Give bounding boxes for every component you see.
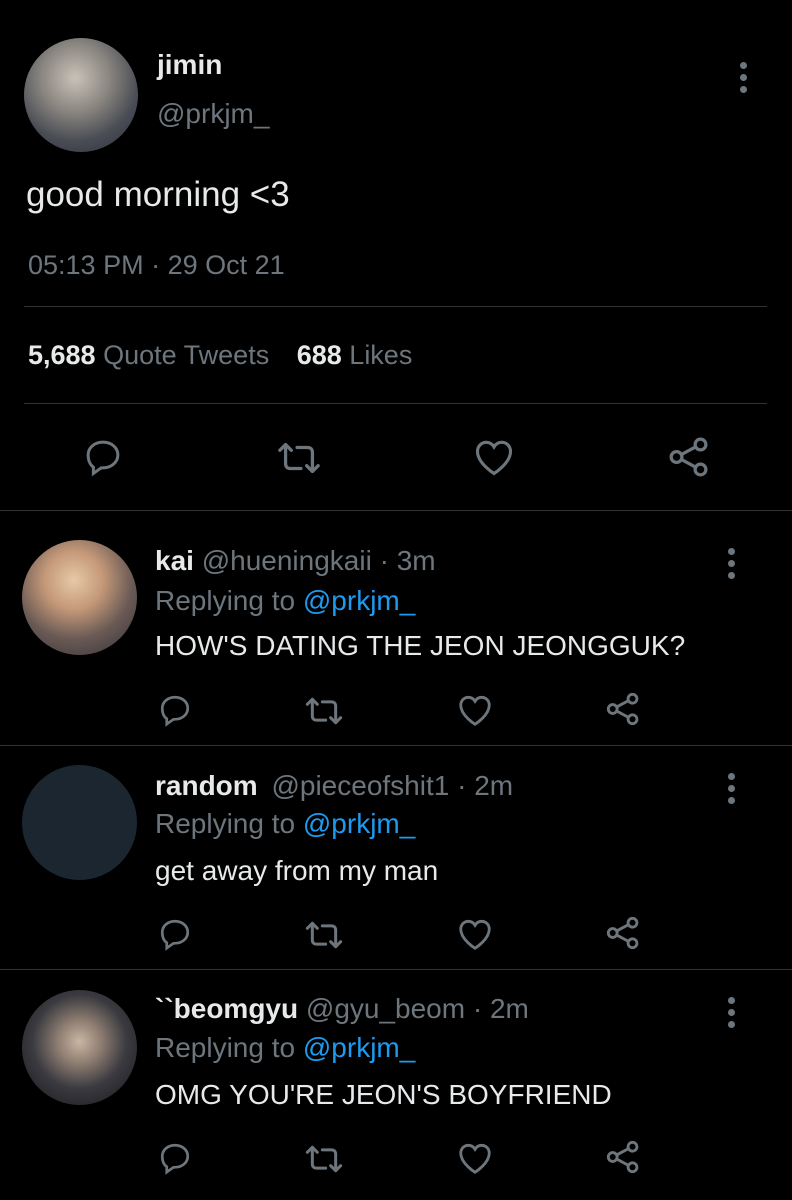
reply-text: HOW'S DATING THE JEON JEONGGUK?: [155, 630, 686, 661]
retweet-icon[interactable]: [304, 1142, 344, 1176]
more-vertical-icon[interactable]: [740, 62, 748, 98]
reply-time: · 2m: [472, 993, 529, 1024]
retweet-icon[interactable]: [276, 438, 322, 478]
replying-prefix: Replying to: [155, 1032, 296, 1063]
heart-icon[interactable]: [472, 436, 516, 478]
author-handle[interactable]: @pieceofshit1: [271, 770, 449, 801]
share-icon[interactable]: [604, 914, 642, 952]
replying-to-link[interactable]: @prkjm_: [303, 1032, 415, 1063]
replying-to: Replying to @prkjm_: [155, 1032, 415, 1064]
more-vertical-icon[interactable]: [728, 548, 736, 584]
reply-header: random @pieceofshit1 · 2m: [155, 770, 513, 802]
reply-time: · 2m: [457, 770, 514, 801]
reply-icon[interactable]: [82, 436, 124, 478]
quote-tweets-stat[interactable]: 5,688 Quote Tweets: [28, 340, 277, 370]
heart-icon[interactable]: [456, 1140, 494, 1176]
reply-header: ``beomgyu @gyu_beom · 2m: [155, 993, 529, 1025]
author-handle[interactable]: @prkjm_: [157, 98, 269, 130]
share-icon[interactable]: [666, 434, 712, 480]
replying-prefix: Replying to: [155, 585, 296, 616]
engagement-stats: 5,688 Quote Tweets 688 Likes: [28, 340, 412, 371]
replying-to: Replying to @prkjm_: [155, 585, 415, 617]
reply-text: get away from my man: [155, 855, 439, 886]
like-count: 688: [296, 340, 342, 370]
author-handle[interactable]: @hueningkaii: [202, 545, 372, 576]
retweet-icon[interactable]: [304, 918, 344, 952]
avatar[interactable]: [24, 38, 138, 152]
avatar[interactable]: [22, 540, 137, 655]
divider: [0, 969, 792, 970]
share-icon[interactable]: [604, 690, 642, 728]
tweet-timestamp: 05:13 PM · 29 Oct 21: [28, 250, 285, 281]
more-vertical-icon[interactable]: [728, 773, 736, 809]
reply-icon[interactable]: [157, 916, 193, 952]
tweet-date: 29 Oct 21: [167, 250, 285, 280]
author-name[interactable]: kai: [155, 545, 194, 576]
quote-count: 5,688: [28, 340, 96, 370]
retweet-icon[interactable]: [304, 694, 344, 728]
quote-label: Quote Tweets: [103, 340, 270, 370]
divider: [0, 745, 792, 746]
likes-stat[interactable]: 688 Likes: [297, 340, 413, 370]
divider: [24, 403, 767, 404]
author-handle[interactable]: @gyu_beom: [306, 993, 465, 1024]
tweet-time: 05:13 PM: [28, 250, 144, 280]
divider: [24, 306, 767, 307]
divider: [0, 510, 792, 511]
tweet-text: good morning <3: [26, 175, 290, 214]
reply-text: OMG YOU'RE JEON'S BOYFRIEND: [155, 1079, 612, 1110]
author-name[interactable]: random: [155, 770, 258, 801]
heart-icon[interactable]: [456, 916, 494, 952]
replying-to: Replying to @prkjm_: [155, 808, 415, 840]
date-separator: ·: [151, 250, 161, 280]
reply-icon[interactable]: [157, 1140, 193, 1176]
avatar[interactable]: [22, 765, 137, 880]
replying-to-link[interactable]: @prkjm_: [303, 585, 415, 616]
more-vertical-icon[interactable]: [728, 997, 736, 1033]
author-name[interactable]: jimin: [157, 49, 222, 81]
reply-header: kai @hueningkaii · 3m: [155, 545, 436, 577]
replying-prefix: Replying to: [155, 808, 296, 839]
heart-icon[interactable]: [456, 692, 494, 728]
reply-icon[interactable]: [157, 692, 193, 728]
avatar[interactable]: [22, 990, 137, 1105]
author-name[interactable]: ``beomgyu: [155, 993, 298, 1024]
reply-time: · 3m: [379, 545, 436, 576]
replying-to-link[interactable]: @prkjm_: [303, 808, 415, 839]
share-icon[interactable]: [604, 1138, 642, 1176]
like-label: Likes: [349, 340, 413, 370]
